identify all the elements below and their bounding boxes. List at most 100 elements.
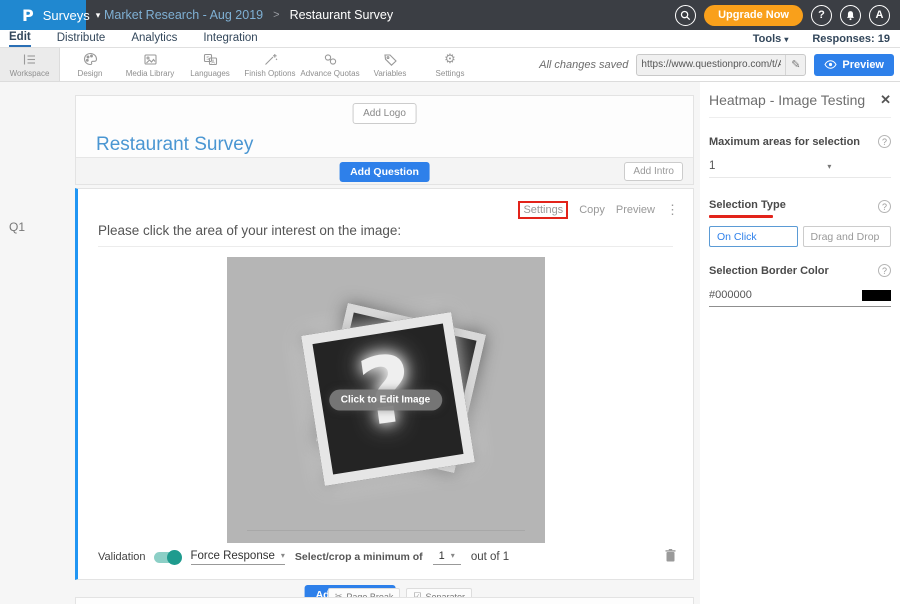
toolbar-item-settings[interactable]: ⚙ Settings: [420, 48, 480, 81]
question-settings-link[interactable]: Settings: [518, 201, 568, 219]
kebab-menu-icon[interactable]: ⋮: [666, 202, 679, 218]
breadcrumb-separator-icon: >: [273, 9, 279, 21]
add-intro-button[interactable]: Add Intro: [624, 162, 683, 181]
question-number: Q1: [9, 220, 25, 234]
links-icon: [323, 52, 338, 67]
border-color-value: #000000: [709, 289, 752, 301]
gear-icon: ⚙: [444, 52, 456, 67]
placeholder-baseline: [247, 530, 525, 531]
survey-header-actions: Add Question Add Intro: [76, 157, 693, 184]
question-text[interactable]: Please click the area of your interest o…: [98, 223, 401, 238]
main-nav: Edit Distribute Analytics Integration To…: [0, 30, 900, 48]
survey-url-input[interactable]: [637, 55, 785, 75]
upgrade-now-button[interactable]: Upgrade Now: [704, 5, 803, 26]
minimum-label: Select/crop a minimum of: [295, 551, 423, 563]
help-circle-icon[interactable]: ?: [878, 135, 891, 148]
translate-icon: SA: [203, 52, 218, 67]
edit-url-button[interactable]: ✎: [785, 55, 805, 75]
save-status: All changes saved: [539, 59, 628, 71]
tab-edit[interactable]: Edit: [9, 31, 31, 47]
tab-distribute[interactable]: Distribute: [57, 32, 106, 46]
chevron-down-icon: ▾: [281, 551, 285, 560]
drag-and-drop-option[interactable]: Drag and Drop: [803, 226, 892, 247]
brand-menu[interactable]: P Surveys ▾: [0, 0, 86, 30]
add-question-button-top[interactable]: Add Question: [339, 162, 430, 182]
validation-row: Validation Force Response ▾ Select/crop …: [98, 548, 677, 566]
wand-icon: [263, 52, 278, 67]
search-icon: [680, 10, 691, 21]
out-of-label: out of 1: [471, 551, 509, 563]
toolbar-item-advance-quotas[interactable]: Advance Quotas: [300, 48, 360, 81]
help-icon: ?: [818, 9, 825, 21]
selection-type-label-wrap: Selection Type: [709, 195, 786, 218]
question-actions: Settings Copy Preview ⋮: [518, 201, 679, 219]
validation-label: Validation: [98, 551, 146, 563]
click-to-edit-image-button[interactable]: Click to Edit Image: [329, 390, 442, 411]
help-circle-icon[interactable]: ?: [878, 264, 891, 277]
help-button[interactable]: ?: [811, 5, 832, 26]
heatmap-image-placeholder[interactable]: ? Click to Edit Image: [227, 257, 545, 543]
tab-analytics[interactable]: Analytics: [131, 32, 177, 46]
toolbar-item-languages[interactable]: SA Languages: [180, 48, 240, 81]
avatar[interactable]: A: [869, 5, 890, 26]
border-color-label: Selection Border Color: [709, 265, 829, 277]
toolbar-right: All changes saved ✎ Preview: [539, 48, 900, 81]
red-annotation-underline: [709, 215, 773, 218]
nav-right: Tools ▾ Responses: 19: [753, 33, 900, 45]
question-copy-link[interactable]: Copy: [579, 204, 605, 216]
add-logo-button[interactable]: Add Logo: [352, 103, 417, 124]
question-card: Settings Copy Preview ⋮ Please click the…: [75, 188, 694, 580]
notifications-button[interactable]: [840, 5, 861, 26]
breadcrumb-parent[interactable]: Market Research - Aug 2019: [104, 8, 263, 22]
breadcrumb-current: Restaurant Survey: [290, 8, 394, 22]
breadcrumb: Market Research - Aug 2019 > Restaurant …: [86, 8, 393, 22]
responses-count[interactable]: Responses: 19: [812, 33, 890, 45]
max-areas-row: Maximum areas for selection ?: [709, 135, 891, 148]
tools-menu[interactable]: Tools ▾: [753, 33, 789, 45]
tab-integration[interactable]: Integration: [203, 32, 257, 46]
image-icon: [143, 52, 158, 67]
color-swatch[interactable]: [862, 290, 891, 301]
selection-type-label: Selection Type: [709, 199, 786, 211]
topbar-actions: Upgrade Now ? A: [675, 5, 900, 26]
trash-icon: [664, 548, 677, 563]
on-click-option[interactable]: On Click: [709, 226, 798, 247]
toolbar-item-variables[interactable]: Variables: [360, 48, 420, 81]
chevron-down-icon: ▾: [784, 35, 788, 44]
toolbar-item-workspace[interactable]: Workspace: [0, 48, 60, 81]
chevron-down-icon: ▾: [827, 162, 831, 171]
minimum-dropdown[interactable]: 1 ▾: [433, 550, 461, 565]
toolbar-item-design[interactable]: Design: [60, 48, 120, 81]
toolbar-item-media-library[interactable]: Media Library: [120, 48, 180, 81]
editor-canvas: Add Logo Restaurant Survey Add Question …: [0, 82, 700, 604]
pencil-icon: ✎: [791, 58, 800, 71]
help-circle-icon[interactable]: ?: [878, 200, 891, 213]
max-areas-label: Maximum areas for selection: [709, 136, 860, 148]
validation-toggle[interactable]: [154, 552, 181, 563]
chevron-down-icon: ▾: [451, 551, 455, 560]
selection-type-row: Selection Type ?: [709, 195, 891, 218]
preview-button[interactable]: Preview: [814, 54, 894, 76]
survey-title[interactable]: Restaurant Survey: [96, 134, 253, 156]
validation-type-dropdown[interactable]: Force Response ▾: [191, 550, 285, 565]
selection-type-options: On Click Drag and Drop: [709, 226, 891, 247]
product-name: Surveys: [43, 8, 90, 23]
survey-header-card: Add Logo Restaurant Survey Add Question …: [75, 95, 694, 185]
bell-icon: [845, 10, 856, 21]
border-color-row: Selection Border Color ?: [709, 264, 891, 277]
panel-title: Heatmap - Image Testing: [709, 92, 865, 108]
workspace-icon: [22, 52, 37, 67]
survey-url-box: ✎: [636, 54, 806, 76]
max-areas-dropdown[interactable]: 1 ▾: [709, 160, 891, 178]
toggle-knob: [167, 550, 182, 565]
editor-toolbar: Workspace Design Media Library SA Langua…: [0, 48, 900, 82]
close-icon[interactable]: ✕: [880, 92, 891, 108]
next-block-card: [75, 597, 694, 604]
search-button[interactable]: [675, 5, 696, 26]
question-divider: [98, 246, 673, 247]
settings-panel: Heatmap - Image Testing ✕ Maximum areas …: [700, 82, 900, 604]
question-preview-link[interactable]: Preview: [616, 204, 655, 216]
toolbar-item-finish-options[interactable]: Finish Options: [240, 48, 300, 81]
border-color-input[interactable]: #000000: [709, 289, 891, 307]
delete-question-button[interactable]: [664, 548, 677, 566]
